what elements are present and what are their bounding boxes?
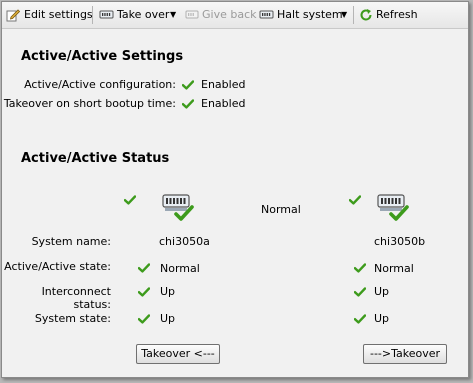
halt-system-label: Halt system: [277, 8, 343, 21]
node-a-system-state: Up: [160, 312, 176, 325]
edit-settings-label: Edit settings: [24, 8, 93, 21]
refresh-button[interactable]: Refresh: [359, 2, 419, 28]
takeover-left-button[interactable]: Takeover <---: [136, 344, 220, 364]
check-icon: [138, 314, 150, 324]
edit-icon: [6, 9, 20, 22]
give-back-label: Give back: [202, 8, 257, 21]
node-b-health-check-icon: [349, 195, 361, 205]
halt-system-icon: [259, 10, 274, 19]
check-icon: [182, 80, 194, 90]
aa-configuration-label: Active/Active configuration:: [24, 78, 176, 91]
node-a-server-icon: [162, 193, 194, 223]
content-area: Active/Active Settings Active/Active con…: [2, 29, 468, 377]
status-heading: Active/Active Status: [21, 151, 170, 166]
check-icon: [354, 314, 366, 324]
system-name-label: System name:: [31, 235, 111, 248]
node-b-system-state: Up: [374, 312, 390, 325]
node-b-server-icon: [377, 193, 409, 223]
edit-settings-button[interactable]: Edit settings: [6, 2, 93, 28]
link-state-value: Normal: [261, 203, 301, 216]
node-b-interconnect-status: Up: [374, 285, 390, 298]
take-over-button[interactable]: Take over ▼: [99, 2, 179, 28]
check-icon: [354, 263, 366, 273]
halt-system-button[interactable]: Halt system ▼: [259, 2, 349, 28]
check-icon: [182, 99, 194, 109]
takeover-short-bootup-label: Takeover on short bootup time:: [3, 97, 176, 110]
node-a-interconnect-status: Up: [160, 285, 176, 298]
toolbar-separator: [353, 6, 354, 24]
toolbar: Edit settings Take over ▼ Give back Halt…: [2, 2, 468, 29]
node-b-system-name: chi3050b: [374, 235, 426, 248]
refresh-icon: [360, 9, 372, 21]
aa-configuration-value: Enabled: [201, 78, 246, 91]
toolbar-separator: [92, 6, 93, 24]
takeover-short-bootup-value: Enabled: [201, 97, 246, 110]
check-icon: [138, 287, 150, 297]
give-back-button[interactable]: Give back: [185, 2, 257, 28]
give-back-icon: [185, 10, 199, 19]
settings-heading: Active/Active Settings: [21, 49, 184, 64]
system-state-label: System state:: [34, 312, 111, 325]
node-a-health-check-icon: [124, 195, 136, 205]
interconnect-status-label: Interconnect status:: [41, 285, 111, 311]
refresh-label: Refresh: [376, 8, 418, 21]
node-a-aa-state: Normal: [160, 262, 200, 275]
check-icon: [138, 263, 150, 273]
take-over-label: Take over: [117, 8, 170, 21]
take-over-icon: [99, 10, 114, 19]
check-icon: [354, 287, 366, 297]
node-a-system-name: chi3050a: [159, 235, 210, 248]
take-over-dropdown-icon: ▼: [170, 10, 177, 19]
aa-state-label: Active/Active state:: [4, 260, 111, 273]
node-b-aa-state: Normal: [374, 262, 414, 275]
halt-system-dropdown-icon: ▼: [341, 10, 348, 19]
active-active-panel: Edit settings Take over ▼ Give back Halt…: [1, 1, 469, 378]
takeover-right-button[interactable]: --->Takeover: [363, 344, 447, 364]
